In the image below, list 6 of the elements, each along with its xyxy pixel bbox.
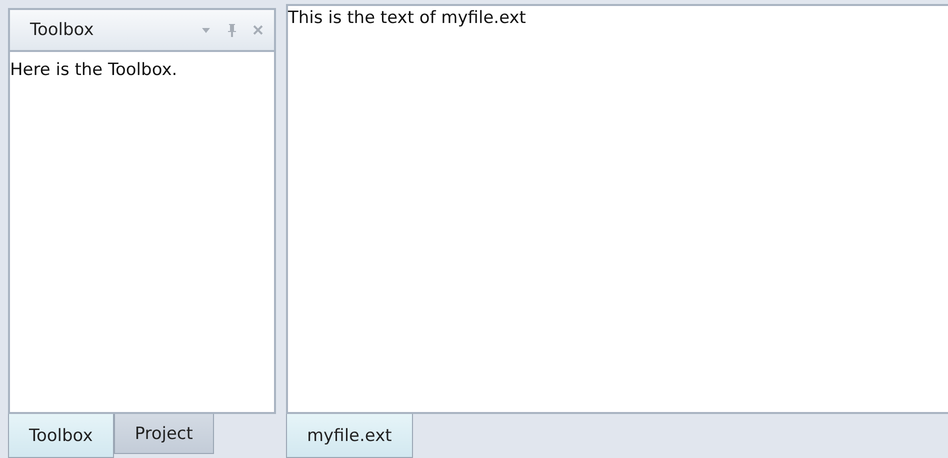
tab[interactable]: Toolbox xyxy=(8,414,114,458)
pane-title: Toolbox xyxy=(30,20,95,40)
document-text: This is the text of myfile.ext xyxy=(288,7,527,28)
pane-text: Here is the Toolbox. xyxy=(10,59,178,80)
tab[interactable]: myfile.ext xyxy=(286,414,413,458)
tab[interactable]: Project xyxy=(114,414,214,454)
